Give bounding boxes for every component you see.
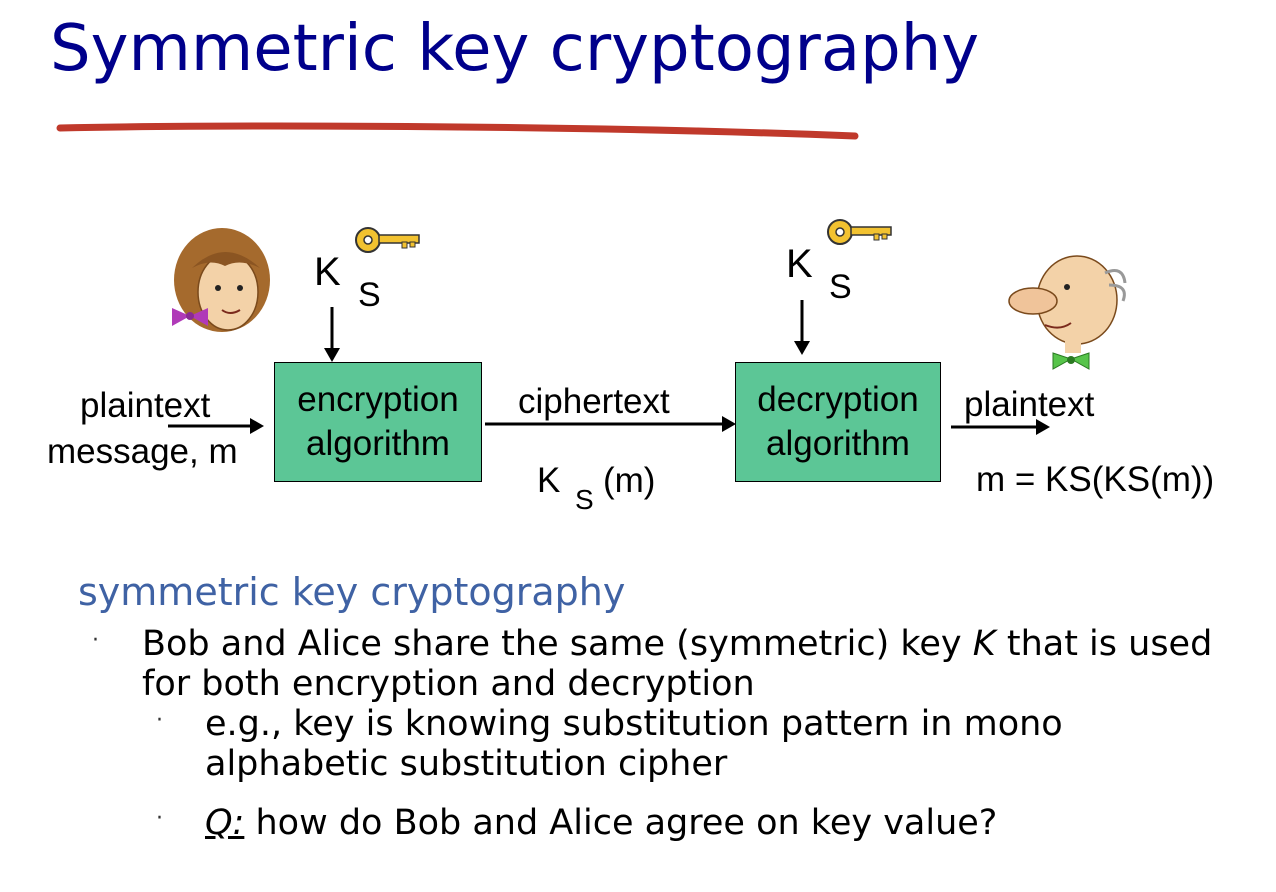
bullet1-text-a: Bob and Alice share the same (symmetric)… xyxy=(142,624,973,664)
sub-bullet-example: e.g., key is knowing substitution patter… xyxy=(205,704,1063,784)
question-text: how do Bob and Alice agree on key value? xyxy=(244,803,998,843)
key-main-left: K xyxy=(314,250,341,294)
decrypt-box-line1: decryption xyxy=(757,380,919,419)
encryption-algorithm-box: encryption algorithm xyxy=(274,362,482,482)
section-heading: symmetric key cryptography xyxy=(78,570,626,614)
plaintext-out-label: plaintext xyxy=(964,385,1095,424)
ciphertext-value-m: (m) xyxy=(603,461,656,500)
key-sub-left: S xyxy=(358,276,381,315)
key-main-right: K xyxy=(786,242,813,286)
key-arrow-left xyxy=(324,307,340,362)
question-marker: Q: xyxy=(205,803,245,843)
bob-icon xyxy=(1008,255,1127,370)
key-sub-right: S xyxy=(829,268,852,307)
sub-bullet-dot: · xyxy=(156,708,163,733)
message-m-label: message, m xyxy=(47,432,238,471)
bullet1-key-k: K xyxy=(972,624,996,664)
key-arrow-right xyxy=(794,300,810,355)
encrypt-box-line1: encryption xyxy=(297,380,459,419)
key-sub-right-text: S xyxy=(829,268,852,306)
sub-bullet-dot: · xyxy=(156,806,163,831)
key-sub-left-text: S xyxy=(358,276,381,314)
key-label-right: K xyxy=(786,242,813,287)
key-icon xyxy=(827,219,892,245)
ciphertext-label: ciphertext xyxy=(518,382,670,421)
bullet-dot: · xyxy=(92,628,99,653)
sub-bullet-question: Q: how do Bob and Alice agree on key val… xyxy=(205,803,1205,843)
bullet-shared-key: Bob and Alice share the same (symmetric)… xyxy=(142,624,1242,704)
ciphertext-value-k: K xyxy=(537,461,561,500)
ciphertext-value-sub: S xyxy=(575,484,594,515)
decrypt-box-line2: algorithm xyxy=(766,424,910,463)
key-label-left: K xyxy=(314,250,341,295)
key-icon xyxy=(355,227,420,253)
decryption-algorithm-box: decryption algorithm xyxy=(735,362,941,482)
encrypt-box-line2: algorithm xyxy=(306,424,450,463)
alice-icon xyxy=(172,228,270,332)
plaintext-out-value: m = KS(KS(m)) xyxy=(976,460,1215,499)
plaintext-in-label: plaintext xyxy=(80,386,211,425)
